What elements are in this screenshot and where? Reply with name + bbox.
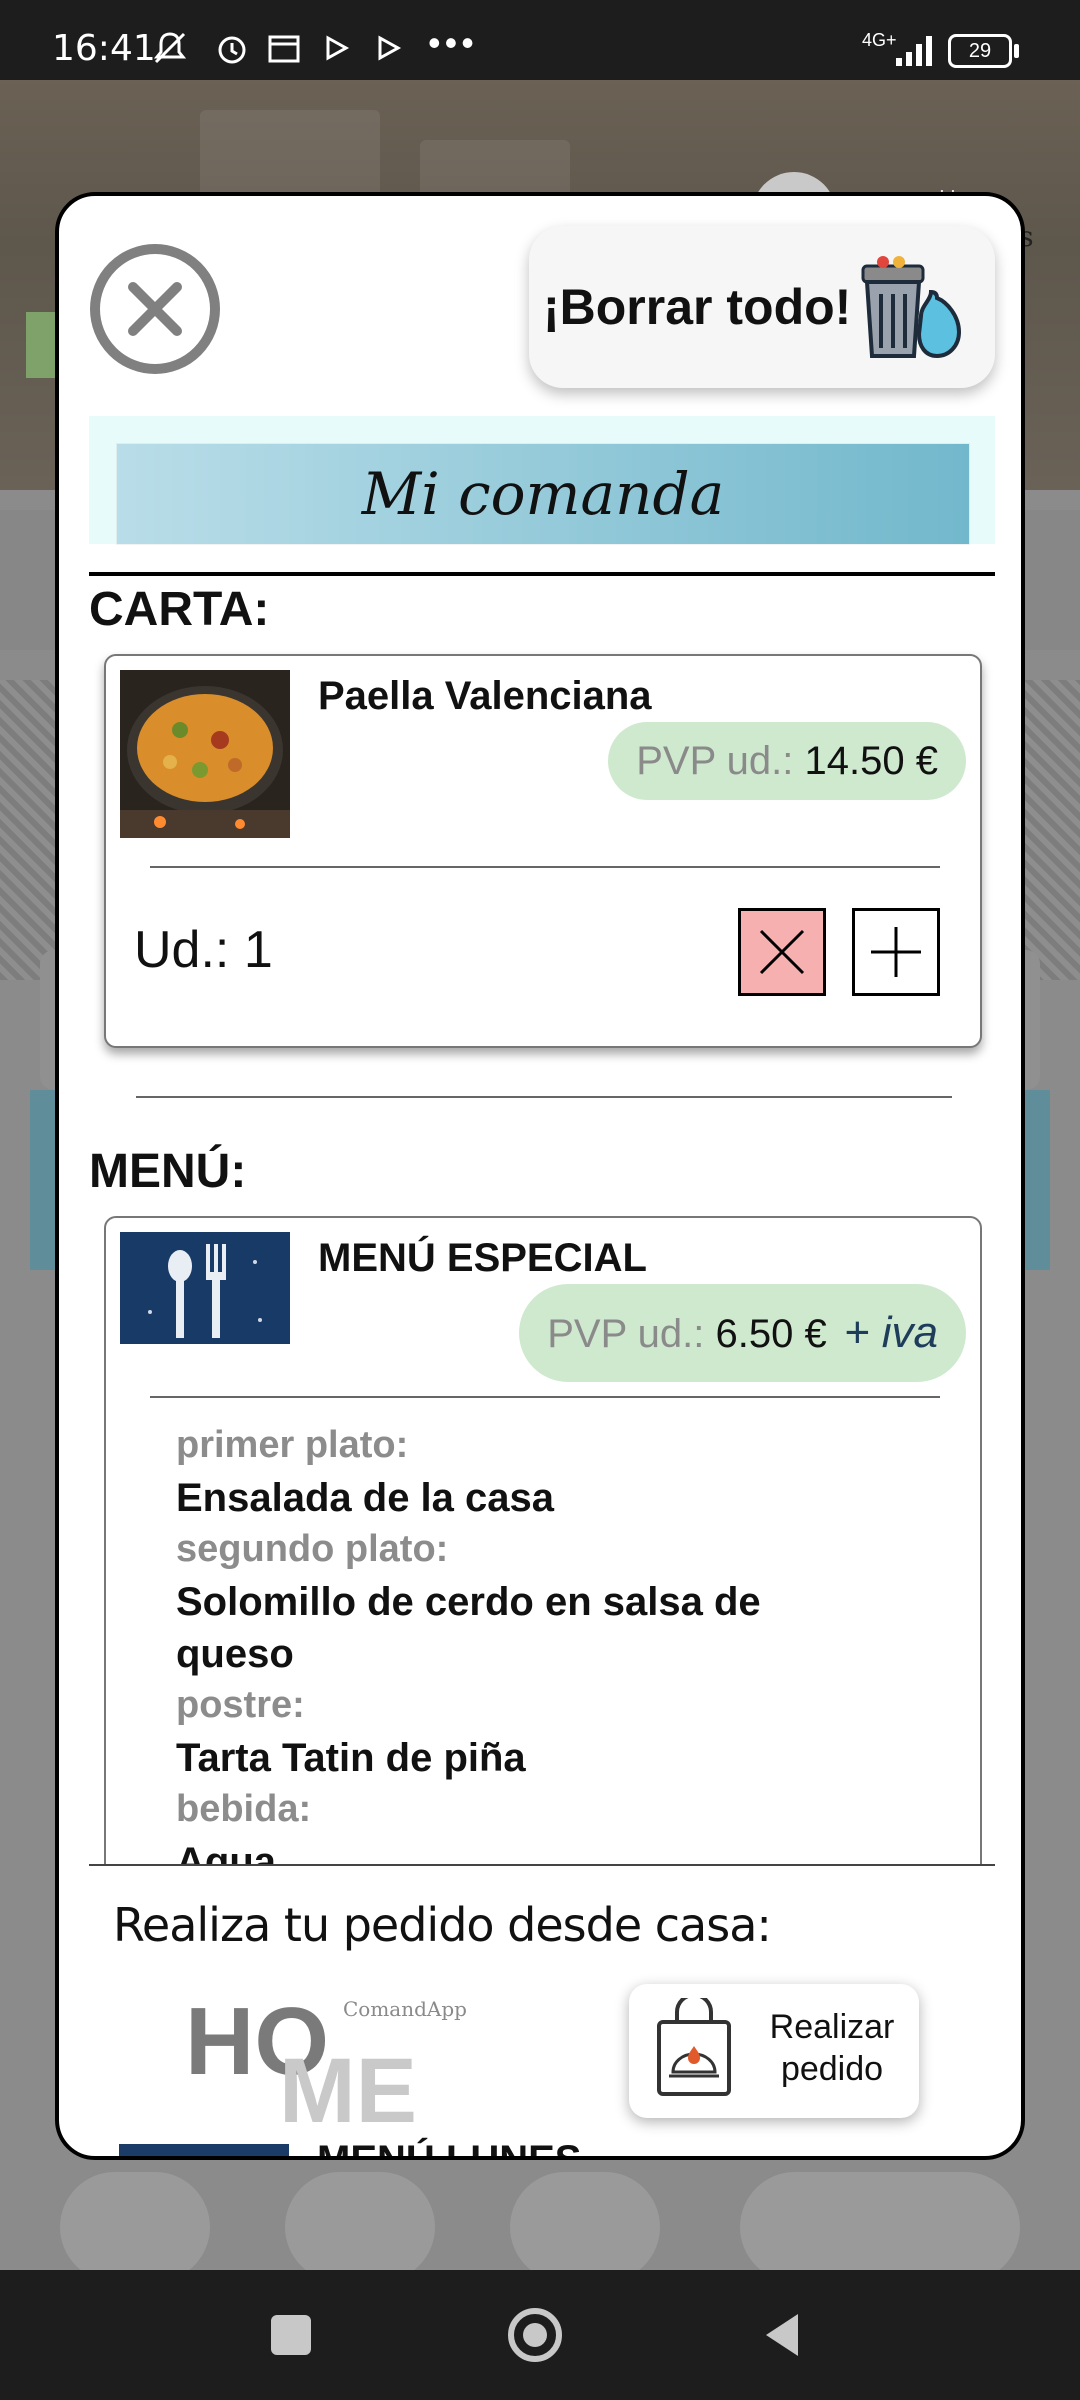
course-label: primer plato: — [176, 1424, 409, 1466]
logo-word-2: ME — [279, 2040, 417, 2124]
card-divider — [150, 1396, 940, 1398]
paella-image — [120, 670, 290, 838]
price-value: 6.50 € — [715, 1312, 827, 1356]
close-icon — [128, 282, 182, 336]
carta-heading: CARTA: — [89, 583, 270, 636]
title-bar: Mi comanda — [117, 444, 969, 544]
logo-small: ComandApp — [343, 1997, 467, 2021]
status-bar: 16:41 ••• 4G+ 29 — [0, 0, 1080, 80]
course-label: bebida: — [176, 1788, 312, 1830]
recent-apps-button[interactable] — [258, 2302, 324, 2368]
quantity-label: Ud.: 1 — [134, 921, 273, 979]
mute-notification-icon — [153, 32, 187, 64]
close-icon — [759, 929, 805, 975]
menu-item-price: PVP ud.: 6.50 € + iva — [519, 1284, 966, 1382]
home-button[interactable] — [502, 2302, 568, 2368]
carta-item-card: Paella Valenciana PVP ud.: 14.50 € Ud.: … — [104, 654, 982, 1048]
carta-item-name: Paella Valenciana — [318, 674, 652, 718]
course-label: postre: — [176, 1684, 305, 1726]
background-badge — [26, 312, 56, 378]
order-footer: Realiza tu pedido desde casa: HO ME Coma… — [89, 1864, 995, 2144]
card-divider — [150, 866, 940, 868]
background-nav-button — [60, 2172, 210, 2282]
course-value: Tarta Tatin de piña — [176, 1736, 526, 1780]
trash-bin-icon — [861, 256, 962, 359]
price-prefix: PVP ud.: — [636, 739, 794, 783]
course-label: segundo plato: — [176, 1528, 449, 1570]
footer-tagline: Realiza tu pedido desde casa: — [113, 1898, 772, 1952]
background-nav-button — [510, 2172, 660, 2282]
comandapp-home-logo: HO ME ComandApp — [185, 1994, 467, 2124]
calendar-icon — [268, 35, 300, 63]
next-menu-item-name: MENÚ LUNES — [317, 2138, 582, 2160]
section-divider — [136, 1096, 952, 1098]
play-store-icon-2 — [378, 35, 402, 61]
alarm-icon — [218, 36, 246, 64]
page-title: Mi comanda — [361, 460, 725, 528]
battery-tip — [1014, 44, 1019, 58]
price-value: 14.50 € — [804, 739, 938, 783]
price-prefix: PVP ud.: — [547, 1312, 705, 1356]
play-store-icon — [326, 35, 350, 61]
menu-item-name: MENÚ ESPECIAL — [318, 1236, 647, 1280]
back-button[interactable] — [752, 2302, 818, 2368]
background-nav-button — [285, 2172, 435, 2282]
order-modal: ¡Borrar todo! Mi comanda CARTA: Paella V… — [55, 192, 1025, 2160]
menu-heading: MENÚ: — [89, 1145, 247, 1198]
add-quantity-button[interactable] — [852, 908, 940, 996]
more-notifications-icon: ••• — [428, 22, 478, 63]
signal-icon — [896, 36, 932, 66]
title-band: Mi comanda — [89, 416, 995, 544]
place-order-label: Realizar pedido — [769, 2008, 895, 2088]
menu-item-card: MENÚ ESPECIAL PVP ud.: 6.50 € + iva prim… — [104, 1216, 982, 1876]
clear-all-label: ¡Borrar todo! — [543, 279, 852, 335]
cutlery-image — [120, 1232, 290, 1344]
close-button[interactable] — [90, 244, 220, 374]
battery-icon: 29 — [948, 34, 1012, 68]
carta-item-price: PVP ud.: 14.50 € — [608, 722, 966, 800]
course-value: Ensalada de la casa — [176, 1476, 555, 1520]
course-value: Solomillo de cerdo en salsa de queso — [176, 1580, 761, 1676]
shopping-bag-icon — [657, 1998, 731, 2096]
system-nav-bar — [0, 2270, 1080, 2400]
title-divider — [89, 572, 995, 576]
next-menu-item-peek: MENÚ LUNES — [89, 2138, 995, 2156]
cutlery-image — [119, 2144, 289, 2156]
plus-icon — [871, 927, 921, 977]
remove-item-button[interactable] — [738, 908, 826, 996]
tax-note: + iva — [843, 1308, 938, 1357]
background-nav-button — [740, 2172, 1020, 2282]
status-time: 16:41 — [52, 28, 156, 69]
place-order-button[interactable]: Realizar pedido — [629, 1984, 919, 2118]
clear-all-button[interactable]: ¡Borrar todo! — [529, 226, 995, 388]
